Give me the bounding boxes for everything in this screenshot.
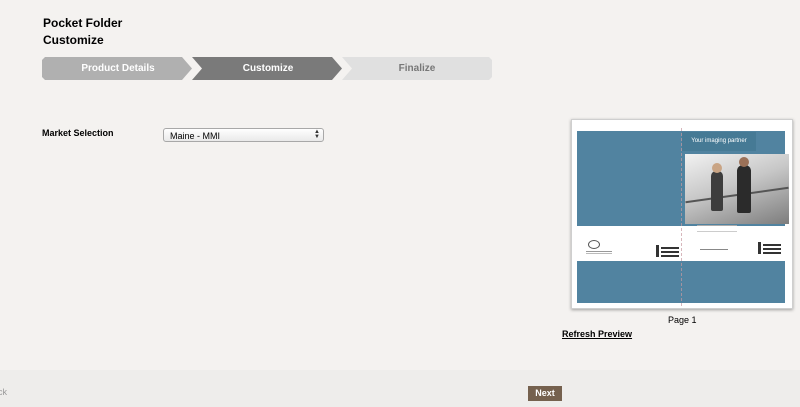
folder-preview: Your imaging partner [571,119,793,309]
preview-fine-print [700,249,728,250]
market-select-value: Maine - MMI [170,131,221,141]
step-product-details[interactable]: Product Details [42,57,194,80]
back-link[interactable]: ck [0,387,7,397]
step-finalize[interactable]: Finalize [342,57,492,80]
preview-tagline: Your imaging partner [682,132,756,151]
refresh-preview-link[interactable]: Refresh Preview [562,329,632,339]
preview-fold-line [681,128,682,306]
preview-logo-icon [656,245,683,257]
market-select[interactable]: Maine - MMI ▲ ▼ [163,128,324,142]
preview-fine-print [586,251,612,252]
next-button[interactable]: Next [528,386,562,401]
step-label: Customize [242,63,294,74]
step-customize[interactable]: Customize [192,57,344,80]
footer-bar [0,370,800,407]
product-title: Pocket Folder [43,16,123,30]
step-label: Product Details [81,63,155,74]
market-selection-label: Market Selection [42,128,114,138]
preview-logo-icon [588,240,600,249]
preview-photo [685,154,789,224]
page-number-label: Page 1 [668,315,697,325]
preview-logo-icon [758,242,785,254]
preview-fine-print [697,225,737,232]
select-arrows-icon: ▲ ▼ [314,129,320,140]
progress-steps: Product Details Customize Finalize [42,57,492,80]
page-title: Customize [43,33,104,47]
step-label: Finalize [398,63,436,74]
